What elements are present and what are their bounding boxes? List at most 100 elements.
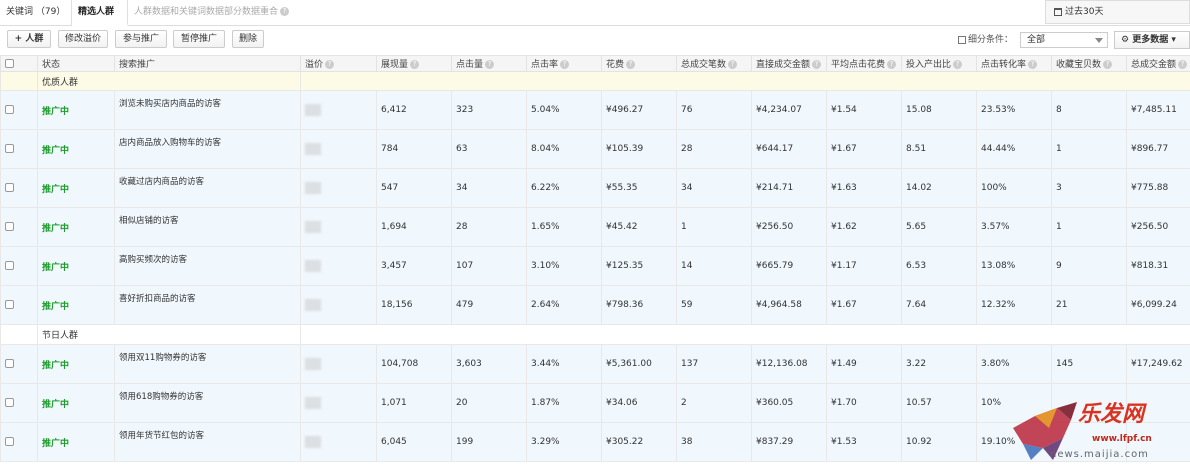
- add-crowd-button[interactable]: + 人群: [7, 30, 51, 48]
- col-header[interactable]: 花费?: [601, 55, 677, 72]
- col-header[interactable]: 平均点击花费?: [826, 55, 902, 72]
- group-row: 优质人群: [0, 71, 1190, 91]
- premium-cell[interactable]: [300, 90, 377, 130]
- col-header[interactable]: 溢价?: [300, 55, 377, 72]
- cell-orders: 34: [676, 168, 752, 208]
- help-icon[interactable]: ?: [887, 60, 897, 69]
- col-header-label: 花费: [606, 60, 625, 70]
- help-icon[interactable]: ?: [1028, 60, 1038, 69]
- delete-button[interactable]: 删除: [232, 30, 264, 48]
- premium-cell[interactable]: [300, 285, 377, 325]
- premium-cell[interactable]: [300, 168, 377, 208]
- col-header[interactable]: 总成交笔数?: [676, 55, 752, 72]
- row-checkbox-cell[interactable]: [0, 344, 38, 384]
- cell-impressions: 104,708: [376, 344, 452, 384]
- row-checkbox-cell[interactable]: [0, 383, 38, 423]
- premium-cell[interactable]: [300, 207, 377, 247]
- cell-roi: 15.08: [901, 90, 977, 130]
- cell-cost: ¥45.42: [601, 207, 677, 247]
- period-selector[interactable]: 过去30天: [1045, 0, 1190, 24]
- table-row[interactable]: 推广中 高购买频次的访客 3,457 107 3.10% ¥125.35 14 ¥665.79…: [0, 246, 1190, 286]
- row-checkbox[interactable]: [5, 437, 14, 446]
- row-checkbox-cell[interactable]: [0, 207, 38, 247]
- help-icon[interactable]: ?: [953, 60, 963, 69]
- table-row[interactable]: 推广中 相似店铺的访客 1,694 28 1.65% ¥45.42 1 ¥256.50 ¥1.6…: [0, 207, 1190, 247]
- premium-cell[interactable]: [300, 422, 377, 462]
- col-header[interactable]: 直接成交金额?: [751, 55, 827, 72]
- row-checkbox[interactable]: [5, 144, 14, 153]
- cell-ctr: 6.22%: [526, 168, 602, 208]
- blurred-value: [305, 143, 321, 155]
- col-header-label: 总成交金额: [1131, 60, 1177, 70]
- table-row[interactable]: 推广中 店内商品放入购物车的访客 784 63 8.04% ¥105.39 28 ¥644.1…: [0, 129, 1190, 169]
- table-row[interactable]: 推广中 领用双11购物券的访客 104,708 3,603 3.44% ¥5,361.00…: [0, 344, 1190, 384]
- cell-clicks: 479: [451, 285, 527, 325]
- col-header[interactable]: 点击转化率?: [976, 55, 1052, 72]
- help-icon[interactable]: ?: [626, 60, 636, 69]
- table-row[interactable]: 推广中 浏览未购买店内商品的访客 6,412 323 5.04% ¥496.27 76 ¥4,…: [0, 90, 1190, 130]
- modify-premium-button[interactable]: 修改溢价: [58, 30, 108, 48]
- cell-impressions: 784: [376, 129, 452, 169]
- help-icon[interactable]: ?: [812, 60, 822, 69]
- row-checkbox-cell[interactable]: [0, 129, 38, 169]
- filter-select[interactable]: 全部: [1020, 32, 1108, 48]
- row-checkbox-cell[interactable]: [0, 168, 38, 208]
- cell-clicks: 199: [451, 422, 527, 462]
- row-checkbox-cell[interactable]: [0, 285, 38, 325]
- row-checkbox[interactable]: [5, 222, 14, 231]
- cell-impressions: 1,694: [376, 207, 452, 247]
- cell-impressions: 6,412: [376, 90, 452, 130]
- row-checkbox[interactable]: [5, 105, 14, 114]
- premium-cell[interactable]: [300, 383, 377, 423]
- cell-clicks: 323: [451, 90, 527, 130]
- row-checkbox-cell[interactable]: [0, 246, 38, 286]
- row-checkbox[interactable]: [5, 300, 14, 309]
- crowd-name-cell: 领用618购物券的访客: [114, 383, 301, 423]
- pause-promo-button[interactable]: 暂停推广: [173, 30, 225, 48]
- crowd-name-cell: 收藏过店内商品的访客: [114, 168, 301, 208]
- row-checkbox[interactable]: [5, 261, 14, 270]
- header-checkbox[interactable]: [0, 55, 38, 72]
- cell-cpc: ¥1.53: [826, 422, 902, 462]
- row-checkbox[interactable]: [5, 398, 14, 407]
- cell-total-amount: ¥818.31: [1126, 246, 1190, 286]
- cell-ctr: 1.87%: [526, 383, 602, 423]
- row-checkbox-cell[interactable]: [0, 90, 38, 130]
- col-header[interactable]: 收藏宝贝数?: [1051, 55, 1127, 72]
- col-header[interactable]: 总成交金额?: [1126, 55, 1190, 72]
- help-icon[interactable]: ?: [728, 60, 738, 69]
- row-checkbox-cell[interactable]: [0, 422, 38, 462]
- help-icon[interactable]: ?: [1103, 60, 1113, 69]
- join-promo-button[interactable]: 参与推广: [115, 30, 167, 48]
- cell-cvr: 12.32%: [976, 285, 1052, 325]
- help-icon[interactable]: ?: [560, 60, 570, 69]
- col-header[interactable]: 点击率?: [526, 55, 602, 72]
- help-icon[interactable]: ?: [280, 7, 290, 16]
- select-all-checkbox[interactable]: [5, 58, 14, 68]
- row-checkbox[interactable]: [5, 183, 14, 192]
- col-header[interactable]: 点击量?: [451, 55, 527, 72]
- cell-cpc: ¥1.63: [826, 168, 902, 208]
- help-icon[interactable]: ?: [1178, 60, 1188, 69]
- row-checkbox[interactable]: [5, 359, 14, 368]
- cell-cpc: ¥1.49: [826, 344, 902, 384]
- help-icon[interactable]: ?: [410, 60, 420, 69]
- cell-cost: ¥5,361.00: [601, 344, 677, 384]
- tab-crowds[interactable]: 精选人群: [72, 0, 128, 26]
- col-header[interactable]: 展现量?: [376, 55, 452, 72]
- premium-cell[interactable]: [300, 344, 377, 384]
- tab-keywords[interactable]: 关键词 （79）: [0, 0, 72, 26]
- col-header[interactable]: 投入产出比?: [901, 55, 977, 72]
- cell-ctr: 3.44%: [526, 344, 602, 384]
- more-data-button[interactable]: ⚙ 更多数据 ▾: [1114, 31, 1190, 49]
- blurred-value: [305, 182, 321, 194]
- premium-cell[interactable]: [300, 246, 377, 286]
- help-icon[interactable]: ?: [485, 60, 495, 69]
- table-row[interactable]: 推广中 收藏过店内商品的访客 547 34 6.22% ¥55.35 34 ¥214.71 ¥1…: [0, 168, 1190, 208]
- cell-ctr: 3.29%: [526, 422, 602, 462]
- help-icon[interactable]: ?: [325, 60, 335, 69]
- cell-cvr: 23.53%: [976, 90, 1052, 130]
- premium-cell[interactable]: [300, 129, 377, 169]
- group-spacer: [0, 71, 38, 91]
- table-row[interactable]: 推广中 喜好折扣商品的访客 18,156 479 2.64% ¥798.36 59 ¥4,96…: [0, 285, 1190, 325]
